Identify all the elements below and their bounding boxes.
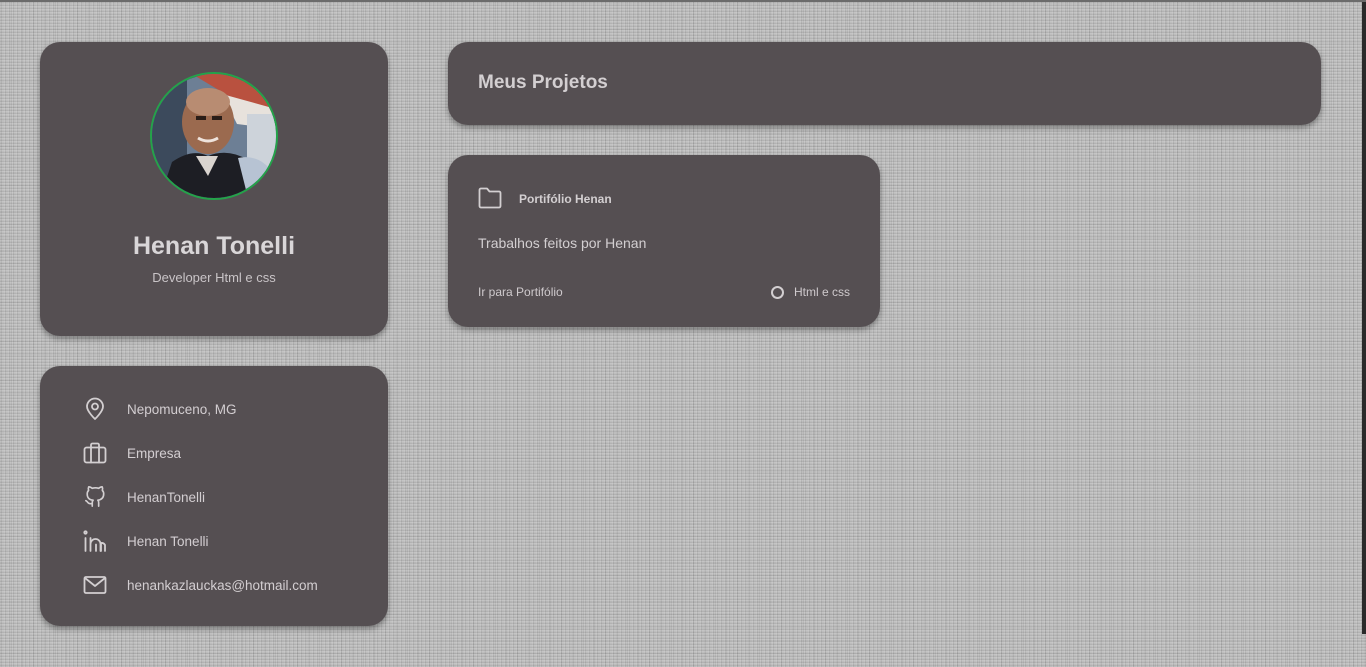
- linkedin-icon: [82, 528, 108, 554]
- projects-header-card: Meus Projetos: [448, 42, 1321, 125]
- profile-card: Henan Tonelli Developer Html e css: [40, 42, 388, 336]
- project-language: Html e css: [770, 285, 850, 299]
- profile-role: Developer Html e css: [152, 270, 276, 285]
- mail-icon: [82, 572, 108, 598]
- project-language-label: Html e css: [793, 285, 850, 299]
- circle-icon: [770, 285, 784, 299]
- project-card: Portifólio Henan Trabalhos feitos por He…: [448, 155, 880, 327]
- profile-name: Henan Tonelli: [132, 232, 296, 260]
- project-link[interactable]: Ir para Portifólio: [478, 285, 563, 299]
- project-description: Trabalhos feitos por Henan: [478, 235, 647, 251]
- contact-info-card: Nepomuceno, MG Empresa HenanTonelli Hena…: [40, 366, 388, 626]
- window-edge: [1362, 2, 1366, 634]
- github-icon: [82, 484, 108, 510]
- folder-icon: [478, 187, 502, 209]
- info-item-location: Nepomuceno, MG: [82, 396, 237, 422]
- info-linkedin-label[interactable]: Henan Tonelli: [127, 534, 209, 549]
- project-name: Portifólio Henan: [519, 192, 612, 206]
- info-github-label[interactable]: HenanTonelli: [127, 490, 205, 505]
- info-email-label[interactable]: henankazlauckas@hotmail.com: [127, 578, 318, 593]
- info-item-email[interactable]: henankazlauckas@hotmail.com: [82, 572, 318, 598]
- briefcase-icon: [82, 440, 108, 466]
- info-item-company: Empresa: [82, 440, 181, 466]
- projects-header-title: Meus Projetos: [478, 72, 608, 93]
- info-item-github[interactable]: HenanTonelli: [82, 484, 205, 510]
- info-company-label: Empresa: [127, 445, 182, 461]
- info-location-label: Nepomuceno, MG: [127, 401, 237, 417]
- map-pin-icon: [82, 396, 108, 422]
- info-item-linkedin[interactable]: Henan Tonelli: [82, 528, 209, 554]
- avatar: [150, 72, 278, 200]
